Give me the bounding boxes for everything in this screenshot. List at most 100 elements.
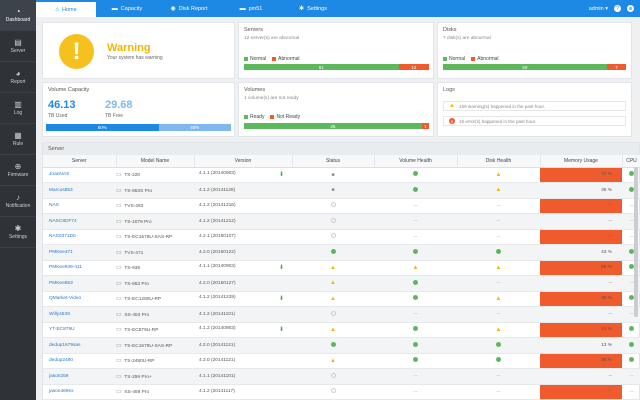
- volume-health-cell: ▲: [374, 260, 457, 276]
- server-name-link[interactable]: jason259: [43, 368, 116, 385]
- server-name-link[interactable]: dedup1679sas: [43, 337, 116, 354]
- no-data: --: [496, 388, 501, 395]
- server-name-link[interactable]: PMKee939-411: [43, 260, 116, 276]
- monitor-icon[interactable]: ▭: [116, 343, 122, 349]
- tab-icon: ◉: [170, 6, 176, 12]
- column-header[interactable]: Memory Usage: [540, 155, 623, 168]
- globe-icon[interactable]: ⊕: [627, 5, 634, 12]
- column-header[interactable]: Version: [194, 155, 293, 168]
- download-icon[interactable]: ⬇: [279, 295, 284, 302]
- table-row[interactable]: YT-EC879U ▭ TS-EC879U-RP 4.1.2 (20140903) ⬇…: [43, 322, 640, 338]
- monitor-icon[interactable]: ▭: [116, 358, 122, 364]
- table-row[interactable]: jason469ex ▭ SS-469 Pro 4.1.2 (20141117) --…: [43, 384, 640, 400]
- column-header[interactable]: Volume Health: [374, 155, 458, 168]
- table-row[interactable]: dedup2480 ▭ TS-2480U-RP 4.2.0 (20141121) ▲ 3…: [43, 353, 640, 369]
- table-row[interactable]: dedup1679sas ▭ TS-EC1679U-SAS-RP 4.2.0 (20…: [43, 337, 640, 354]
- server-name-link[interactable]: NASC8DF74: [43, 213, 116, 230]
- disks-normal-segment[interactable]: 60: [443, 64, 607, 70]
- server-name-link[interactable]: PMKee853: [43, 275, 116, 292]
- monitor-icon[interactable]: ▭: [116, 219, 122, 225]
- lock-icon: ■: [331, 187, 335, 194]
- volumes-card[interactable]: Volumes 1 volume(s) are not ready Ready …: [238, 82, 434, 137]
- column-header[interactable]: Disk Health: [457, 155, 541, 168]
- servers-normal-segment[interactable]: 61: [244, 64, 399, 70]
- tab-capacity[interactable]: ▬ Capacity: [96, 0, 158, 17]
- monitor-icon[interactable]: ▭: [116, 327, 122, 333]
- download-icon[interactable]: ⬇: [279, 171, 284, 178]
- monitor-icon[interactable]: ▭: [116, 250, 122, 256]
- monitor-icon[interactable]: ▭: [116, 312, 122, 318]
- monitor-icon[interactable]: ▭: [116, 389, 122, 395]
- monitor-icon[interactable]: ▭: [116, 188, 122, 194]
- volume-health-cell: [374, 291, 457, 307]
- table-row[interactable]: Willy453S ▭ SS-453 Pro 4.1.2 (20141101) -- -…: [43, 306, 640, 323]
- monitor-icon[interactable]: ▭: [116, 281, 122, 287]
- log-warning-item[interactable]: ▲ 159 warning(s) happened in the past ho…: [443, 101, 626, 111]
- volumes-not-ready-segment[interactable]: 1: [421, 123, 429, 129]
- memory-usage-cell: 13 %: [540, 337, 622, 354]
- table-row[interactable]: PMKee853 ▭ TS-853 Pro 4.2.0 (20150127) ▲ -- -…: [43, 275, 640, 292]
- sidebar-item-dashboard[interactable]: ◔ Dashboard: [0, 0, 36, 31]
- monitor-icon[interactable]: ▭: [116, 296, 122, 302]
- download-icon[interactable]: ⬇: [279, 326, 284, 333]
- server-name-link[interactable]: NAS0371D0: [43, 229, 116, 245]
- server-name-link[interactable]: QMarket-Video: [43, 291, 116, 307]
- volumes-bar: 25 1: [244, 123, 429, 129]
- sidebar-item-notification[interactable]: ♪ Notification: [0, 186, 36, 217]
- status-cell: [292, 368, 374, 385]
- monitor-icon[interactable]: ▭: [116, 374, 122, 380]
- server-name-link[interactable]: YT-EC879U: [43, 322, 116, 338]
- table-row[interactable]: JoanNAS ▭ TS-220 4.1.1 (20140903) ⬇ ■ ▲ 70 %: [43, 167, 640, 183]
- table-row[interactable]: Marcus853 ▭ TS-853S Pro 4.1.2 (20141126) ■ ▲…: [43, 182, 640, 199]
- tab-pm51[interactable]: ▬ pm51: [220, 0, 282, 17]
- server-name-link[interactable]: dedup2480: [43, 353, 116, 369]
- table-row[interactable]: NAS0371D0 ▭ TS-EC1679U-SAS-RP 4.2.1 (20150…: [43, 229, 640, 245]
- table-row[interactable]: NAS ▭ TVS-463 4.1.2 (20141216) -- -- -- --: [43, 198, 640, 214]
- table-row[interactable]: NASC8DF74 ▭ TS-1079 Pro 4.1.2 (20141212) --…: [43, 213, 640, 230]
- tab-home[interactable]: ⌂ Home: [36, 0, 96, 17]
- monitor-icon[interactable]: ▭: [116, 203, 122, 209]
- help-icon[interactable]: ?: [614, 5, 621, 12]
- server-name-link[interactable]: jason469ex: [43, 384, 116, 400]
- warning-icon: ▲: [330, 264, 336, 271]
- server-name-link[interactable]: PMKee471: [43, 244, 116, 261]
- ok-icon: [629, 357, 634, 363]
- table-row[interactable]: jason259 ▭ TS-259 Pro+ 4.1.1 (20141101) -- -…: [43, 368, 640, 385]
- sidebar-item-rule[interactable]: ▦ Rule: [0, 124, 36, 155]
- monitor-icon[interactable]: ▭: [116, 234, 122, 240]
- status-cell: ■: [292, 182, 374, 199]
- ok-icon: [413, 295, 418, 301]
- disks-abnormal-segment[interactable]: 7: [606, 64, 626, 70]
- column-header[interactable]: Status: [292, 155, 375, 168]
- tab-disk-report[interactable]: ◉ Disk Report: [158, 0, 220, 17]
- user-menu[interactable]: admin ▾: [589, 6, 608, 12]
- server-name-link[interactable]: Marcus853: [43, 182, 116, 199]
- status-cell: [292, 337, 374, 354]
- sidebar-item-settings[interactable]: ✱ Settings: [0, 217, 36, 248]
- log-error-item[interactable]: ✕ 16 error(s) happened in the past hour.: [443, 116, 626, 126]
- table-row[interactable]: QMarket-Video ▭ TS-EC1280U-RP 4.1.2 (20141…: [43, 291, 640, 307]
- table-row[interactable]: PMKee471 ▭ TVS-471 4.2.0 (20150122) 43 %: [43, 244, 640, 261]
- sidebar-item-report[interactable]: ◕ Report: [0, 62, 36, 93]
- servers-card[interactable]: Servers 12 server(s) are abnormal Normal…: [238, 22, 434, 79]
- disks-card[interactable]: Disks 7 disk(s) are abnormal Normal Abno…: [437, 22, 632, 79]
- server-name-link[interactable]: Willy453S: [43, 306, 116, 323]
- download-icon[interactable]: ⬇: [279, 264, 284, 271]
- column-header[interactable]: Server: [43, 155, 117, 168]
- tab-settings[interactable]: ✱ Settings: [282, 0, 344, 17]
- column-header[interactable]: CPU: [622, 155, 640, 168]
- volumes-ready-segment[interactable]: 25: [244, 123, 422, 129]
- monitor-icon[interactable]: ▭: [116, 172, 122, 178]
- table-row[interactable]: PMKee939-411 ▭ TS-939 4.1.1 (20140903) ⬇ ▲ ▲ ▲…: [43, 260, 640, 276]
- server-name-link[interactable]: NAS: [43, 198, 116, 214]
- sidebar-item-log[interactable]: ▥ Log: [0, 93, 36, 124]
- warning-title: Warning: [107, 42, 151, 54]
- sidebar-item-server[interactable]: ▤ Server: [0, 31, 36, 62]
- column-header[interactable]: Model Name: [116, 155, 195, 168]
- server-name-link[interactable]: JoanNAS: [43, 167, 116, 183]
- monitor-icon[interactable]: ▭: [116, 265, 122, 271]
- disk-health-cell: --: [457, 306, 540, 323]
- table-scrollbar[interactable]: [634, 167, 638, 317]
- sidebar-item-firmware[interactable]: ⊕ Firmware: [0, 155, 36, 186]
- servers-abnormal-segment[interactable]: 12: [398, 64, 429, 70]
